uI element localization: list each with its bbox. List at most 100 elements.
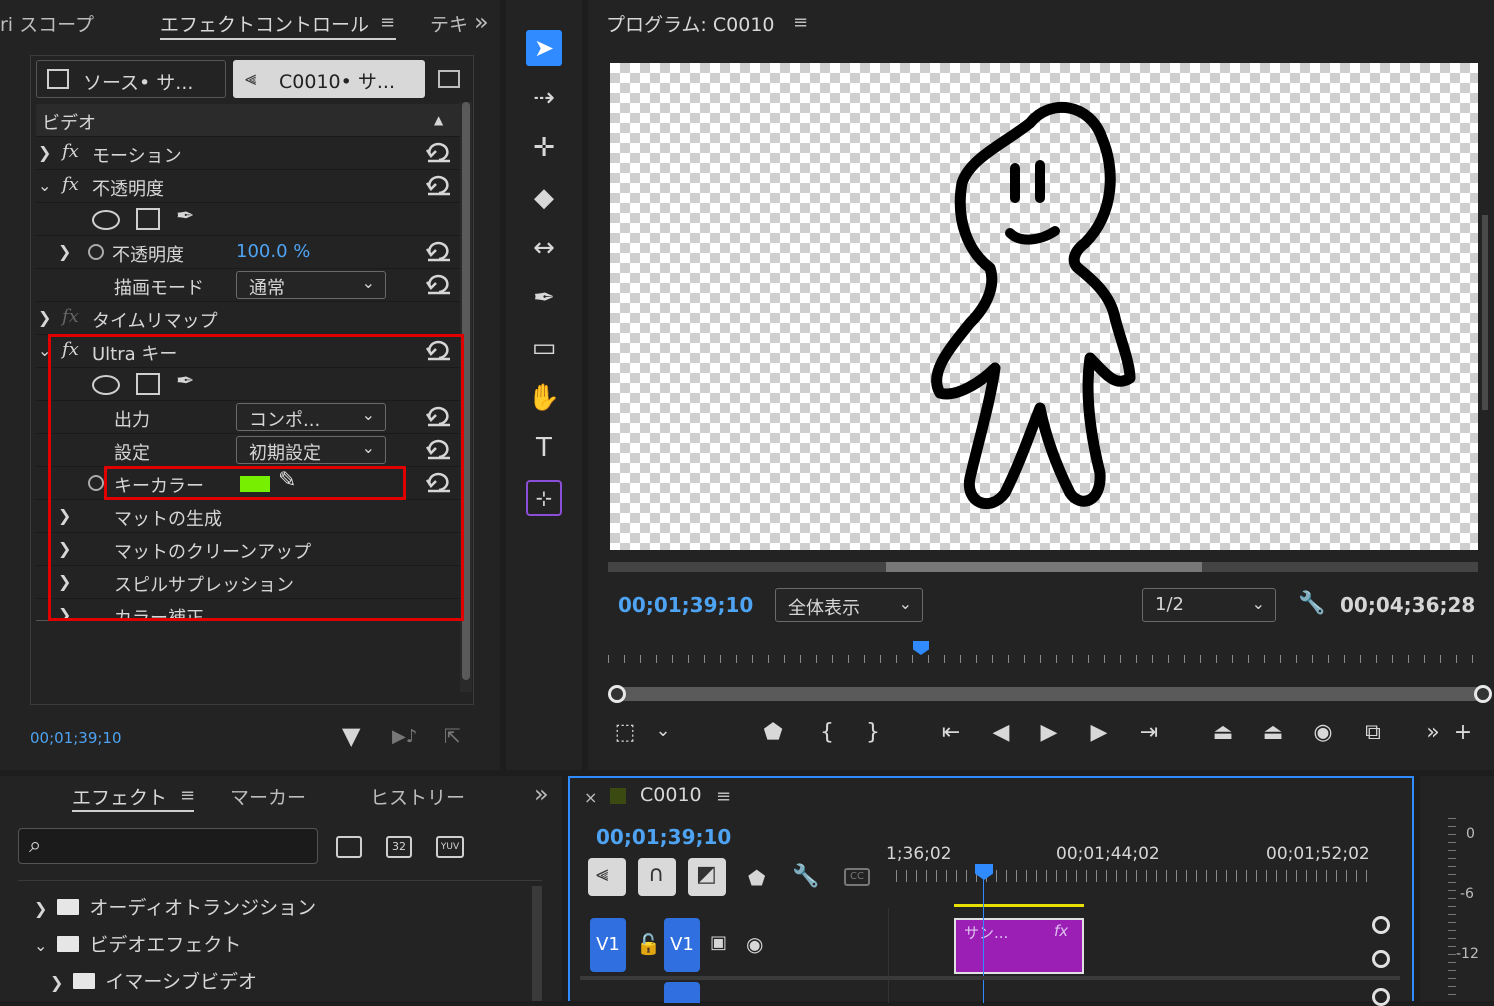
tab-history[interactable]: ヒストリー	[370, 783, 465, 810]
chevron-right-icon[interactable]: ❯	[58, 242, 71, 261]
razor-tool[interactable]: ◆	[526, 180, 562, 216]
zoom-handle-left[interactable]	[608, 685, 626, 703]
effects-tree-scrollbar[interactable]	[532, 886, 542, 1001]
time-remap-row[interactable]: ❯ fx タイムリマップ	[36, 302, 460, 335]
v1-source-patch[interactable]: V1	[590, 918, 626, 972]
chevron-right-icon[interactable]: ❯	[50, 973, 63, 992]
mark-in-icon[interactable]: {	[812, 720, 842, 745]
tab-effect-controls[interactable]: エフェクトコントロール	[160, 10, 369, 37]
zoom-handle-right[interactable]	[1474, 685, 1492, 703]
tab-scopes[interactable]: ri スコープ	[0, 10, 94, 37]
safe-margins-icon[interactable]: ⬚	[610, 720, 640, 745]
clip-button[interactable]: ⫷ C0010• サ...	[233, 60, 425, 98]
tab-effects[interactable]: エフェクト	[72, 783, 167, 810]
hamburger-menu-icon[interactable]: ≡	[180, 785, 195, 806]
vertical-zoom-handle-next[interactable]	[1372, 988, 1390, 1006]
chevron-down-icon[interactable]: ⌄	[34, 936, 47, 955]
type-tool[interactable]: T	[526, 430, 562, 466]
captions-icon[interactable]: CC	[844, 868, 870, 886]
selection-tool[interactable]: ➤	[526, 30, 562, 66]
lift-icon[interactable]: ⏏	[1208, 720, 1238, 745]
toggle-output-eye-icon[interactable]: ◉	[746, 932, 763, 956]
remix-tool[interactable]: ⊹	[526, 480, 562, 516]
pen-tool[interactable]: ✒	[526, 280, 562, 316]
toggle-timeline-view-icon[interactable]	[438, 70, 460, 88]
timeline-settings-wrench-icon[interactable]: 🔧	[792, 864, 819, 889]
timeline-timecode[interactable]: 00;01;39;10	[596, 825, 731, 849]
add-button-icon[interactable]: +	[1448, 720, 1478, 745]
clip-fx-badge[interactable]: fx	[1054, 922, 1068, 940]
ripple-edit-tool[interactable]: ✛	[526, 130, 562, 166]
fx-icon[interactable]: fx	[62, 174, 79, 195]
opacity-value[interactable]: 100.0 %	[236, 241, 310, 262]
opacity-group-row[interactable]: ⌄ fx 不透明度	[36, 170, 460, 203]
reset-icon[interactable]	[426, 174, 452, 196]
linked-selection-button[interactable]: ◩	[688, 858, 726, 896]
fx-icon[interactable]: fx	[62, 141, 79, 162]
playhead-timecode[interactable]: 00;01;39;10	[618, 593, 753, 617]
reset-icon[interactable]	[426, 240, 452, 262]
effect-controls-timecode[interactable]: 00;01;39;10	[30, 729, 122, 747]
mark-out-icon[interactable]: }	[858, 720, 888, 745]
chevron-right-icon[interactable]: ❯	[38, 308, 51, 327]
hamburger-menu-icon[interactable]: ≡	[793, 12, 808, 33]
timeline-ruler[interactable]	[896, 870, 1376, 882]
play-audio-icon[interactable]: ▶♪	[392, 726, 417, 747]
extract-icon[interactable]: ⏏	[1258, 720, 1288, 745]
vertical-zoom-handle-bottom[interactable]	[1372, 950, 1390, 968]
sequence-tab[interactable]: C0010	[640, 784, 702, 806]
32bit-effects-icon[interactable]: 32	[386, 836, 412, 858]
blend-mode-dropdown[interactable]: 通常 ⌄	[236, 271, 386, 299]
sync-lock-icon[interactable]: ▣	[710, 932, 727, 953]
chevron-right-icon[interactable]: ❯	[38, 143, 51, 162]
work-area-bar[interactable]	[954, 904, 1084, 907]
effects-search-input[interactable]: ⌕	[18, 828, 318, 864]
yuv-effects-icon[interactable]: YUV	[436, 836, 464, 858]
tab-markers[interactable]: マーカー	[230, 783, 306, 810]
go-to-out-icon[interactable]: ⇥	[1134, 720, 1164, 745]
play-icon[interactable]: ▶	[1034, 720, 1064, 745]
vertical-zoom-handle-top[interactable]	[1372, 916, 1390, 934]
step-back-icon[interactable]: ◀	[986, 720, 1016, 745]
reset-icon[interactable]	[426, 273, 452, 295]
filter-icon[interactable]: ▼	[342, 722, 360, 750]
folder-immersive-video[interactable]: ❯ イマーシブビデオ	[50, 967, 257, 994]
add-marker-icon[interactable]: ⬟	[748, 866, 765, 890]
slip-tool[interactable]: ↔	[526, 230, 562, 266]
add-marker-icon[interactable]: ⬟	[758, 720, 788, 745]
resolution-dropdown[interactable]: 1/2 ⌄	[1142, 588, 1276, 622]
hand-tool[interactable]: ✋	[526, 380, 562, 416]
export-frame-camera-icon[interactable]: ◉	[1308, 720, 1338, 745]
source-button[interactable]: ソース• サ...	[36, 60, 226, 98]
monitor-time-ruler[interactable]	[608, 645, 1486, 663]
folder-video-effects[interactable]: ⌄ ビデオエフェクト	[34, 930, 241, 957]
video-frame[interactable]	[610, 63, 1478, 550]
accelerated-effects-icon[interactable]	[336, 836, 362, 858]
rectangle-tool[interactable]: ▭	[526, 330, 562, 366]
go-to-in-icon[interactable]: ⇤	[936, 720, 966, 745]
chevron-down-icon[interactable]: ⌄	[38, 176, 51, 195]
rectangle-mask-icon[interactable]	[136, 208, 160, 230]
stopwatch-icon[interactable]	[88, 244, 104, 260]
v2-track-target[interactable]	[664, 982, 700, 1003]
tab-text[interactable]: テキ	[430, 10, 468, 37]
folder-audio-transitions[interactable]: ❯ オーディオトランジション	[34, 893, 316, 920]
v1-track-target[interactable]: V1	[664, 918, 700, 972]
pen-mask-icon[interactable]: ✒	[176, 204, 194, 229]
export-icon[interactable]: ⇱	[444, 724, 461, 748]
zoom-scroll-bar[interactable]	[616, 687, 1484, 701]
insert-overwrite-button[interactable]: ⫷	[588, 858, 626, 896]
lock-track-icon[interactable]: 🔓	[636, 932, 661, 956]
collapse-up-icon[interactable]: ▲	[434, 113, 443, 127]
overflow-controls-icon[interactable]: »	[1418, 720, 1448, 745]
zoom-dropdown[interactable]: 全体表示 ⌄	[775, 588, 923, 622]
video-clip[interactable]: サン... fx	[954, 918, 1084, 974]
step-forward-icon[interactable]: ▶	[1084, 720, 1114, 745]
chevron-down-icon[interactable]: ⌄	[648, 720, 678, 741]
monitor-scrollbar-thumb[interactable]	[886, 562, 1202, 572]
monitor-scrollbar[interactable]	[608, 562, 1478, 572]
snap-button[interactable]: ∩	[638, 858, 676, 896]
reset-icon[interactable]	[426, 141, 452, 163]
hamburger-menu-icon[interactable]: ≡	[716, 786, 731, 807]
chevron-right-icon[interactable]: ❯	[34, 899, 47, 918]
